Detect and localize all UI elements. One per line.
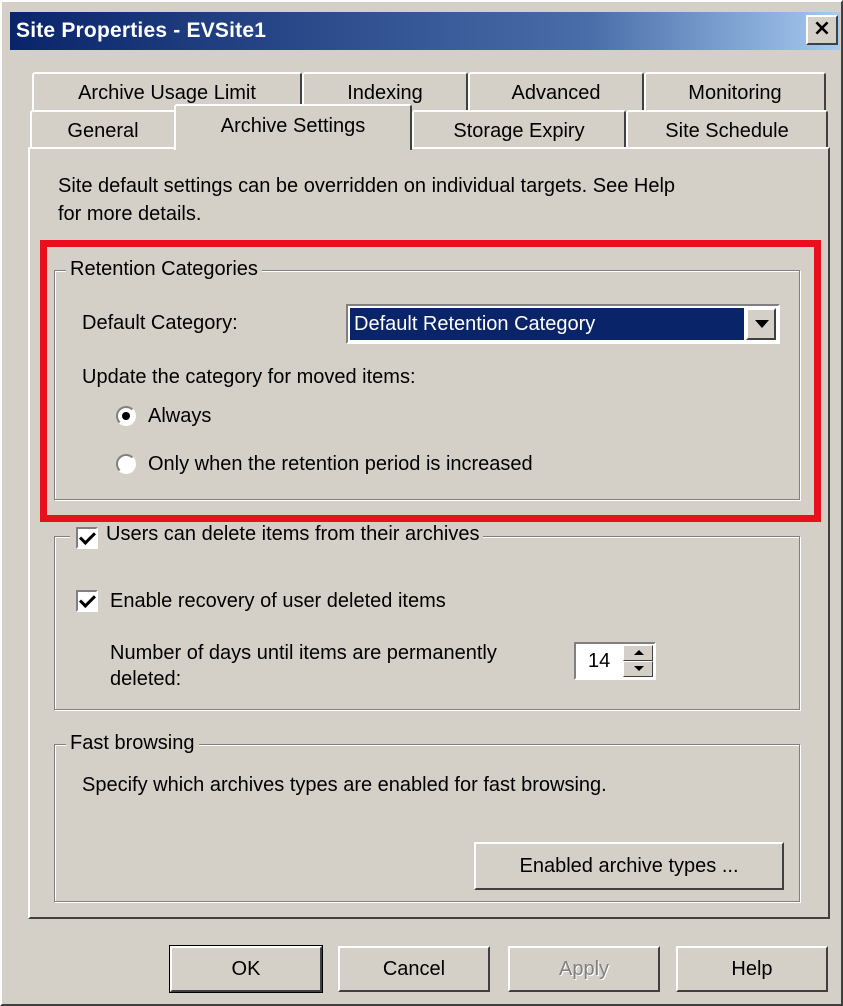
users-can-delete-label[interactable]: Users can delete items from their archiv… <box>106 523 479 545</box>
users-can-delete-checkbox[interactable] <box>76 527 98 549</box>
ok-button[interactable]: OK <box>169 945 323 993</box>
help-label: Help <box>731 958 773 980</box>
days-value[interactable]: 14 <box>588 650 610 673</box>
days-until-deleted-label-line1: Number of days until items are permanent… <box>110 642 497 664</box>
intro-text-line1: Site default settings can be overridden … <box>58 175 676 197</box>
enable-recovery-checkbox[interactable] <box>76 590 98 612</box>
site-properties-dialog: Site Properties - EVSite1 × Archive Usag… <box>0 0 843 1006</box>
tab-label: Archive Settings <box>220 115 366 137</box>
close-button[interactable]: × <box>806 15 838 45</box>
enabled-archive-types-label: Enabled archive types ... <box>519 855 739 877</box>
chevron-down-icon[interactable] <box>746 308 776 340</box>
tab-label: Site Schedule <box>665 120 789 142</box>
tab-label: Archive Usage Limit <box>78 82 256 104</box>
users-can-delete-legend: Users can delete items from their archiv… <box>70 523 484 553</box>
radio-only-when-increased-label[interactable]: Only when the retention period is increa… <box>148 453 533 476</box>
enabled-archive-types-button[interactable]: Enabled archive types ... <box>474 842 784 890</box>
tab-label: Advanced <box>511 82 601 104</box>
days-until-deleted-label-line2: deleted: <box>110 668 182 690</box>
apply-label: Apply <box>558 958 610 980</box>
tab-label: General <box>67 120 139 142</box>
spin-down-icon[interactable] <box>623 661 653 677</box>
retention-categories-legend: Retention Categories <box>66 258 262 281</box>
apply-button[interactable]: Apply <box>508 946 660 992</box>
enable-recovery-label[interactable]: Enable recovery of user deleted items <box>110 590 446 613</box>
radio-always-label[interactable]: Always <box>148 405 211 428</box>
tab-label: Indexing <box>347 82 423 104</box>
cancel-label: Cancel <box>382 958 446 980</box>
default-category-label: Default Category: <box>82 312 238 334</box>
spin-up-icon[interactable] <box>623 645 653 661</box>
tab-archive-settings[interactable]: Archive Settings <box>174 104 412 150</box>
tab-storage-expiry[interactable]: Storage Expiry <box>412 110 626 150</box>
update-category-label: Update the category for moved items: <box>82 366 416 388</box>
default-category-value: Default Retention Category <box>350 308 744 340</box>
days-until-deleted-stepper[interactable]: 14 <box>574 642 656 680</box>
radio-always[interactable] <box>116 406 136 426</box>
tab-site-schedule[interactable]: Site Schedule <box>626 110 828 150</box>
title-bar[interactable]: Site Properties - EVSite1 × <box>10 12 840 50</box>
fast-browsing-description: Specify which archives types are enabled… <box>82 774 607 796</box>
intro-text-line2: for more details. <box>58 203 202 225</box>
tab-label: Storage Expiry <box>453 120 585 142</box>
help-button[interactable]: Help <box>676 946 828 992</box>
default-category-select[interactable]: Default Retention Category <box>346 304 780 344</box>
fast-browsing-legend: Fast browsing <box>66 732 199 755</box>
tab-general[interactable]: General <box>30 110 176 150</box>
cancel-button[interactable]: Cancel <box>338 946 490 992</box>
close-icon: × <box>812 16 832 41</box>
ok-label: OK <box>231 958 261 980</box>
tab-advanced[interactable]: Advanced <box>468 72 644 112</box>
window-title: Site Properties - EVSite1 <box>16 19 267 42</box>
radio-only-when-increased[interactable] <box>116 454 136 474</box>
tab-monitoring[interactable]: Monitoring <box>644 72 826 112</box>
tab-label: Monitoring <box>688 82 782 104</box>
